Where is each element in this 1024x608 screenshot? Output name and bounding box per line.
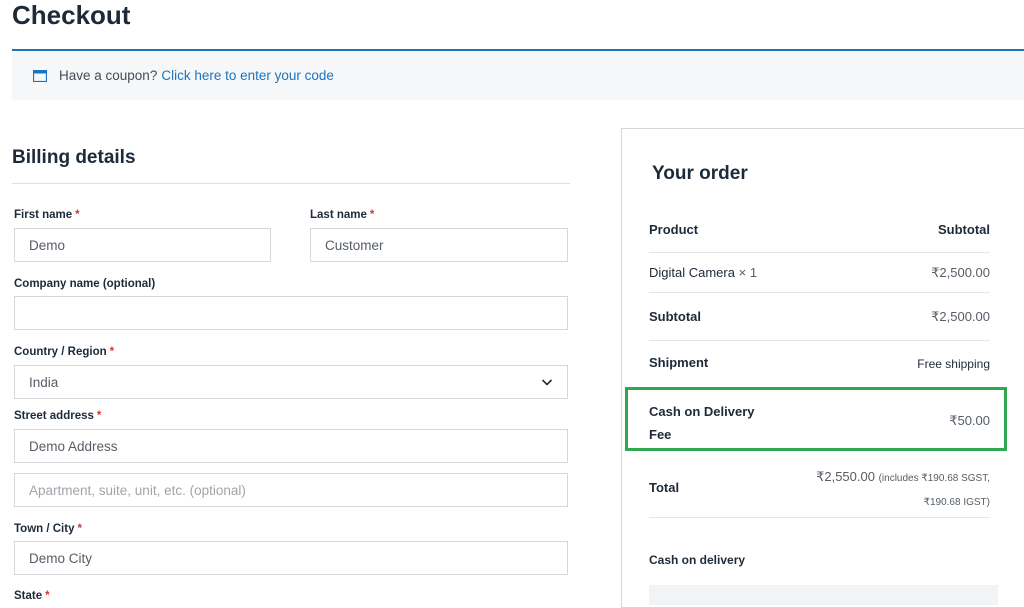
billing-title: Billing details <box>12 147 136 168</box>
subtotal-value: ₹2,500.00 <box>931 309 990 324</box>
total-label: Total <box>649 480 680 495</box>
last-name-input[interactable]: Customer <box>310 228 568 262</box>
city-input[interactable]: Demo City <box>14 541 568 575</box>
order-item-row: Digital Camera × 1 ₹2,500.00 <box>649 265 990 293</box>
last-name-label: Last name * <box>310 209 375 221</box>
total-row: Total ₹2,550.00 (includes ₹190.68 SGST, … <box>649 466 990 518</box>
coupon-text: Have a coupon? <box>59 68 158 83</box>
cod-fee-highlight <box>625 387 1007 451</box>
city-label: Town / City * <box>14 523 82 535</box>
company-label: Company name (optional) <box>14 278 156 290</box>
page-title: Checkout <box>12 0 131 30</box>
coupon-icon <box>33 69 47 82</box>
chevron-down-icon <box>541 379 553 386</box>
order-title: Your order <box>652 163 748 184</box>
payment-method-box <box>649 585 998 605</box>
shipment-label: Shipment <box>649 355 709 370</box>
first-name-label: First name * <box>14 209 80 221</box>
company-input[interactable] <box>14 296 568 330</box>
street-input[interactable]: Demo Address <box>14 429 568 463</box>
order-header-row: Product Subtotal <box>649 222 990 253</box>
payment-method-label[interactable]: Cash on delivery <box>649 553 745 567</box>
coupon-notice: Have a coupon? Click here to enter your … <box>12 49 1024 100</box>
country-select[interactable]: India <box>14 365 568 399</box>
street-label: Street address * <box>14 410 102 422</box>
country-value: India <box>29 374 59 390</box>
billing-divider <box>12 183 570 184</box>
apartment-input[interactable]: Apartment, suite, unit, etc. (optional) <box>14 473 568 507</box>
country-label: Country / Region * <box>14 346 115 358</box>
shipment-value: Free shipping <box>917 357 990 371</box>
shipment-row: Shipment Free shipping <box>649 355 990 385</box>
subtotal-header: Subtotal <box>938 222 990 237</box>
subtotal-row: Subtotal ₹2,500.00 <box>649 309 990 341</box>
total-value: ₹2,550.00 (includes ₹190.68 SGST, ₹190.6… <box>816 469 990 508</box>
item-name: Digital Camera × 1 <box>649 265 758 280</box>
state-label: State * <box>14 590 50 602</box>
coupon-link[interactable]: Click here to enter your code <box>161 68 334 83</box>
first-name-input[interactable]: Demo <box>14 228 271 262</box>
subtotal-label: Subtotal <box>649 309 701 324</box>
product-header: Product <box>649 222 699 237</box>
item-price: ₹2,500.00 <box>931 265 990 280</box>
